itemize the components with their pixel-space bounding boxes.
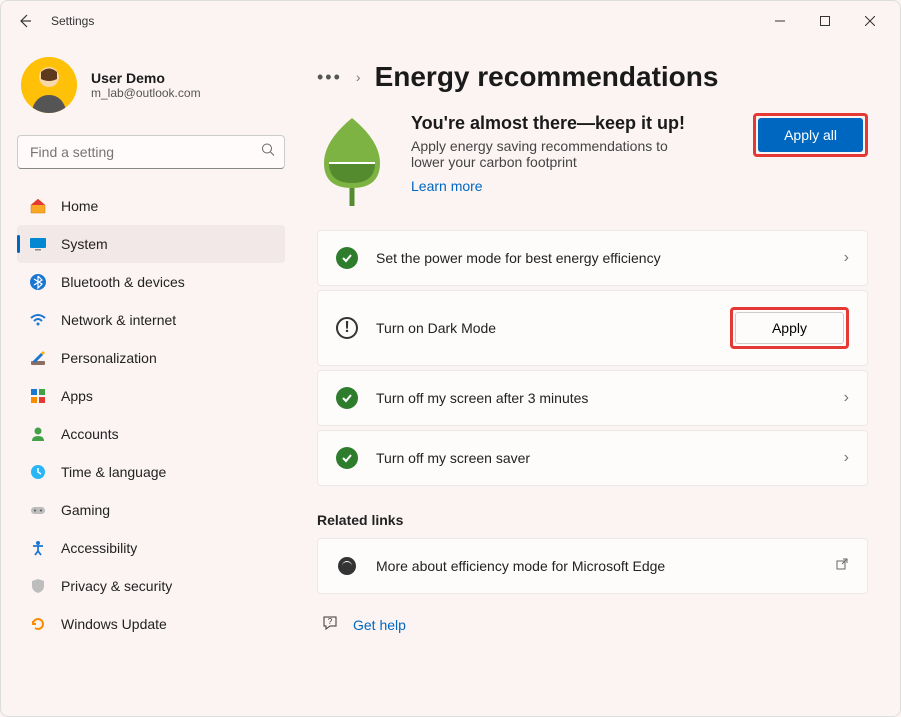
sidebar-item-label: Accessibility [61,540,137,556]
avatar [21,57,77,113]
time-icon [29,463,47,481]
profile-name: User Demo [91,70,201,86]
minimize-button[interactable] [757,5,802,37]
chevron-right-icon: › [844,449,849,467]
sidebar-item-label: Windows Update [61,616,167,632]
sidebar-item-personalization[interactable]: Personalization [17,339,285,377]
profile-email: m_lab@outlook.com [91,86,201,100]
external-link-icon [835,557,849,576]
sidebar-item-label: Gaming [61,502,110,518]
svg-text:?: ? [328,617,333,626]
sidebar-item-label: Personalization [61,350,157,366]
bluetooth-icon [29,273,47,291]
get-help-label: Get help [353,617,406,633]
chevron-right-icon: › [844,249,849,267]
sidebar-item-accounts[interactable]: Accounts [17,415,285,453]
apply-all-highlight: Apply all [753,113,868,157]
sidebar-item-label: System [61,236,108,252]
update-icon [29,615,47,633]
sidebar-item-system[interactable]: System [17,225,285,263]
home-icon [29,197,47,215]
sidebar-item-label: Home [61,198,98,214]
sidebar-item-label: Privacy & security [61,578,172,594]
sidebar-item-bluetooth[interactable]: Bluetooth & devices [17,263,285,301]
sidebar-item-apps[interactable]: Apps [17,377,285,415]
search-icon [261,143,275,162]
chevron-right-icon: › [356,69,361,85]
profile-block[interactable]: User Demo m_lab@outlook.com [17,49,285,129]
learn-more-link[interactable]: Learn more [411,178,483,194]
related-links-heading: Related links [317,512,868,528]
personalization-icon [29,349,47,367]
sidebar-item-label: Network & internet [61,312,176,328]
sidebar: User Demo m_lab@outlook.com Home System … [1,41,301,716]
search-box [17,135,285,169]
maximize-button[interactable] [802,5,847,37]
apply-highlight: Apply [730,307,849,349]
check-icon [336,447,358,469]
sidebar-item-network[interactable]: Network & internet [17,301,285,339]
recommendation-card[interactable]: ! Turn on Dark Mode Apply [317,290,868,366]
accessibility-icon [29,539,47,557]
related-link-card[interactable]: More about efficiency mode for Microsoft… [317,538,868,594]
gaming-icon [29,501,47,519]
sidebar-item-label: Apps [61,388,93,404]
card-label: Turn off my screen saver [376,450,826,466]
privacy-icon [29,577,47,595]
sidebar-item-privacy[interactable]: Privacy & security [17,567,285,605]
sidebar-item-gaming[interactable]: Gaming [17,491,285,529]
check-icon [336,387,358,409]
card-label: Turn on Dark Mode [376,320,712,336]
edge-icon [336,555,358,577]
window-title: Settings [51,14,94,28]
card-label: More about efficiency mode for Microsoft… [376,558,817,574]
back-button[interactable] [9,5,41,37]
hero-title: You're almost there—keep it up! [411,113,729,134]
sidebar-item-time[interactable]: Time & language [17,453,285,491]
search-input[interactable] [17,135,285,169]
alert-icon: ! [336,317,358,339]
main-content: ••• › Energy recommendations You're almo… [301,41,900,716]
recommendation-card[interactable]: Set the power mode for best energy effic… [317,230,868,286]
network-icon [29,311,47,329]
sidebar-item-update[interactable]: Windows Update [17,605,285,643]
breadcrumb-ellipsis[interactable]: ••• [317,67,342,88]
recommendation-card[interactable]: Turn off my screen after 3 minutes › [317,370,868,426]
sidebar-item-label: Bluetooth & devices [61,274,185,290]
apply-button[interactable]: Apply [735,312,844,344]
breadcrumb: ••• › Energy recommendations [317,61,868,93]
chevron-right-icon: › [844,389,849,407]
sidebar-item-label: Accounts [61,426,119,442]
card-label: Set the power mode for best energy effic… [376,250,826,266]
sidebar-item-home[interactable]: Home [17,187,285,225]
check-icon [336,247,358,269]
sidebar-item-accessibility[interactable]: Accessibility [17,529,285,567]
card-label: Turn off my screen after 3 minutes [376,390,826,406]
recommendation-card[interactable]: Turn off my screen saver › [317,430,868,486]
apps-icon [29,387,47,405]
hero-description: Apply energy saving recommendations to l… [411,138,671,170]
apply-all-button[interactable]: Apply all [758,118,863,152]
close-button[interactable] [847,5,892,37]
sidebar-item-label: Time & language [61,464,166,480]
help-icon: ? [321,614,339,635]
leaf-icon [317,113,387,208]
system-icon [29,235,47,253]
accounts-icon [29,425,47,443]
page-title: Energy recommendations [375,61,719,93]
get-help-link[interactable]: ? Get help [317,598,868,651]
